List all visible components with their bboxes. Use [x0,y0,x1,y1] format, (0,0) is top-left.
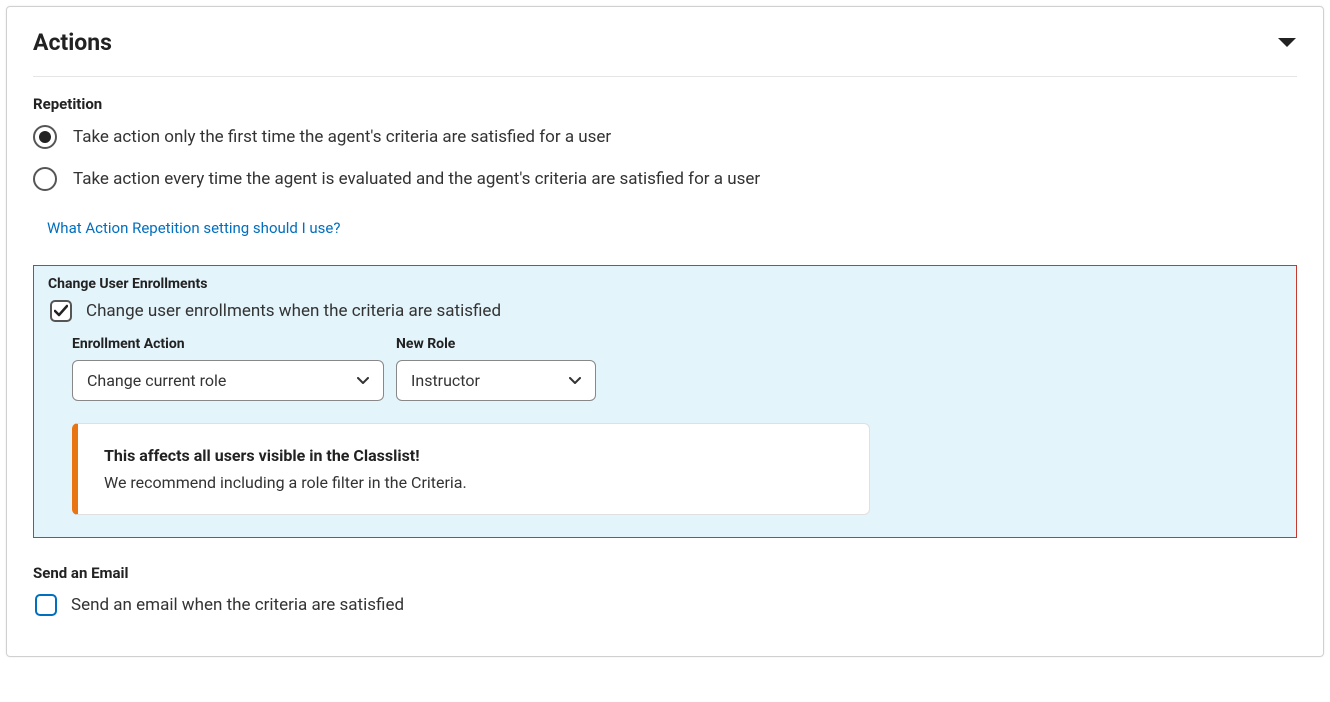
enrollment-action-select[interactable]: Change current role [72,360,384,401]
alert-title: This affects all users visible in the Cl… [104,446,843,465]
send-email-checkbox-row[interactable]: Send an email when the criteria are sati… [35,594,1297,616]
enrollment-action-field: Enrollment Action Change current role [72,336,384,401]
new-role-field: New Role Instructor [396,336,596,401]
select-value: Instructor [411,371,480,390]
repetition-section: Repetition Take action only the first ti… [33,95,1297,237]
new-role-select[interactable]: Instructor [396,360,596,401]
email-label: Send an Email [33,564,1297,582]
enrollment-action-label: Enrollment Action [72,336,384,352]
checkbox-label: Send an email when the criteria are sati… [71,595,404,615]
panel-header: Actions [33,29,1297,77]
change-enrollments-checkbox-row[interactable]: Change user enrollments when the criteri… [50,300,1282,322]
chevron-down-icon [357,377,369,385]
repetition-label: Repetition [33,95,1297,113]
enrollments-label: Change User Enrollments [48,276,1282,292]
new-role-label: New Role [396,336,596,352]
repetition-option-every-time[interactable]: Take action every time the agent is eval… [33,167,1297,191]
send-email-section: Send an Email Send an email when the cri… [33,564,1297,616]
checkbox[interactable] [50,300,72,322]
radio-button[interactable] [33,167,57,191]
enrollment-warning-alert: This affects all users visible in the Cl… [72,423,870,515]
checkbox-label: Change user enrollments when the criteri… [86,301,501,321]
panel-title: Actions [33,29,112,56]
chevron-down-icon [1277,37,1297,49]
radio-label: Take action only the first time the agen… [73,127,611,147]
actions-panel: Actions Repetition Take action only the … [6,6,1324,657]
alert-body: We recommend including a role filter in … [104,473,843,492]
select-value: Change current role [87,371,226,390]
radio-label: Take action every time the agent is eval… [73,169,760,189]
enrollment-dropdowns: Enrollment Action Change current role Ne… [72,336,1282,401]
radio-button[interactable] [33,125,57,149]
collapse-toggle[interactable] [1277,37,1297,49]
chevron-down-icon [569,377,581,385]
repetition-help-link[interactable]: What Action Repetition setting should I … [47,219,340,237]
check-icon [54,304,68,318]
checkbox[interactable] [35,594,57,616]
change-enrollments-section: Change User Enrollments Change user enro… [33,265,1297,538]
repetition-option-first-time[interactable]: Take action only the first time the agen… [33,125,1297,149]
